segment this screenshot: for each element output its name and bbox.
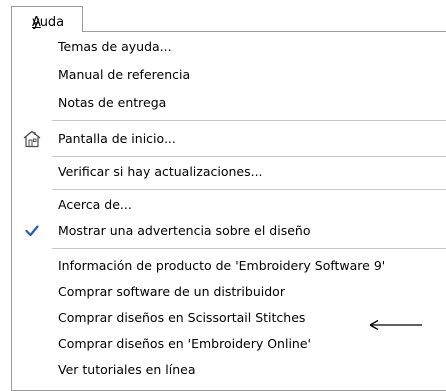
ayuda-dropdown: Temas de ayuda... Manual de referencia N… [11,31,446,391]
menu-item-label: Comprar diseños en Scissortail Stitches [58,310,306,325]
menu-item-acerca-de[interactable]: Acerca de... [12,192,446,218]
menu-item-label: Comprar diseños en 'Embroidery Online' [58,336,311,351]
menu-item-informacion-de-producto[interactable]: Información de producto de 'Embroidery S… [12,253,446,279]
menu-item-verificar-actualizaciones[interactable]: Verificar si hay actualizaciones... [12,159,446,185]
menu-item-label: Pantalla de inicio... [58,131,176,146]
menu-ayuda[interactable]: Ayuda [11,6,83,32]
menu-item-label: Temas de ayuda... [58,39,172,54]
menu-item-label: Comprar software de un distribuidor [58,284,285,299]
menu-item-label: Información de producto de 'Embroidery S… [58,258,386,273]
menu-item-label: Notas de entrega [58,95,167,110]
left-arrow-icon [369,319,422,331]
menu-separator [52,189,446,190]
menu-item-mostrar-advertencia[interactable]: Mostrar una advertencia sobre el diseño [12,218,446,244]
menu-separator [52,248,446,249]
checkmark-icon [22,221,42,241]
menu-item-label: Acerca de... [58,197,132,212]
menu-item-comprar-software[interactable]: Comprar software de un distribuidor [12,279,446,305]
menu-item-manual-de-referencia[interactable]: Manual de referencia [12,62,446,88]
home-screen-icon [22,129,42,149]
menu-item-temas-de-ayuda[interactable]: Temas de ayuda... [12,34,446,60]
menu-separator [52,156,446,157]
menu-item-label: Ver tutoriales en línea [58,362,196,377]
menu-item-pantalla-de-inicio[interactable]: Pantalla de inicio... [12,126,446,152]
menu-item-label: Mostrar una advertencia sobre el diseño [58,223,311,238]
menu-item-ver-tutoriales[interactable]: Ver tutoriales en línea [12,357,446,383]
menu-item-label: Verificar si hay actualizaciones... [58,164,263,179]
menu-item-comprar-embroidery-online[interactable]: Comprar diseños en 'Embroidery Online' [12,331,446,357]
menu-separator [52,120,446,121]
menu-item-label: Manual de referencia [58,67,191,82]
menu-item-notas-de-entrega[interactable]: Notas de entrega [12,90,446,116]
